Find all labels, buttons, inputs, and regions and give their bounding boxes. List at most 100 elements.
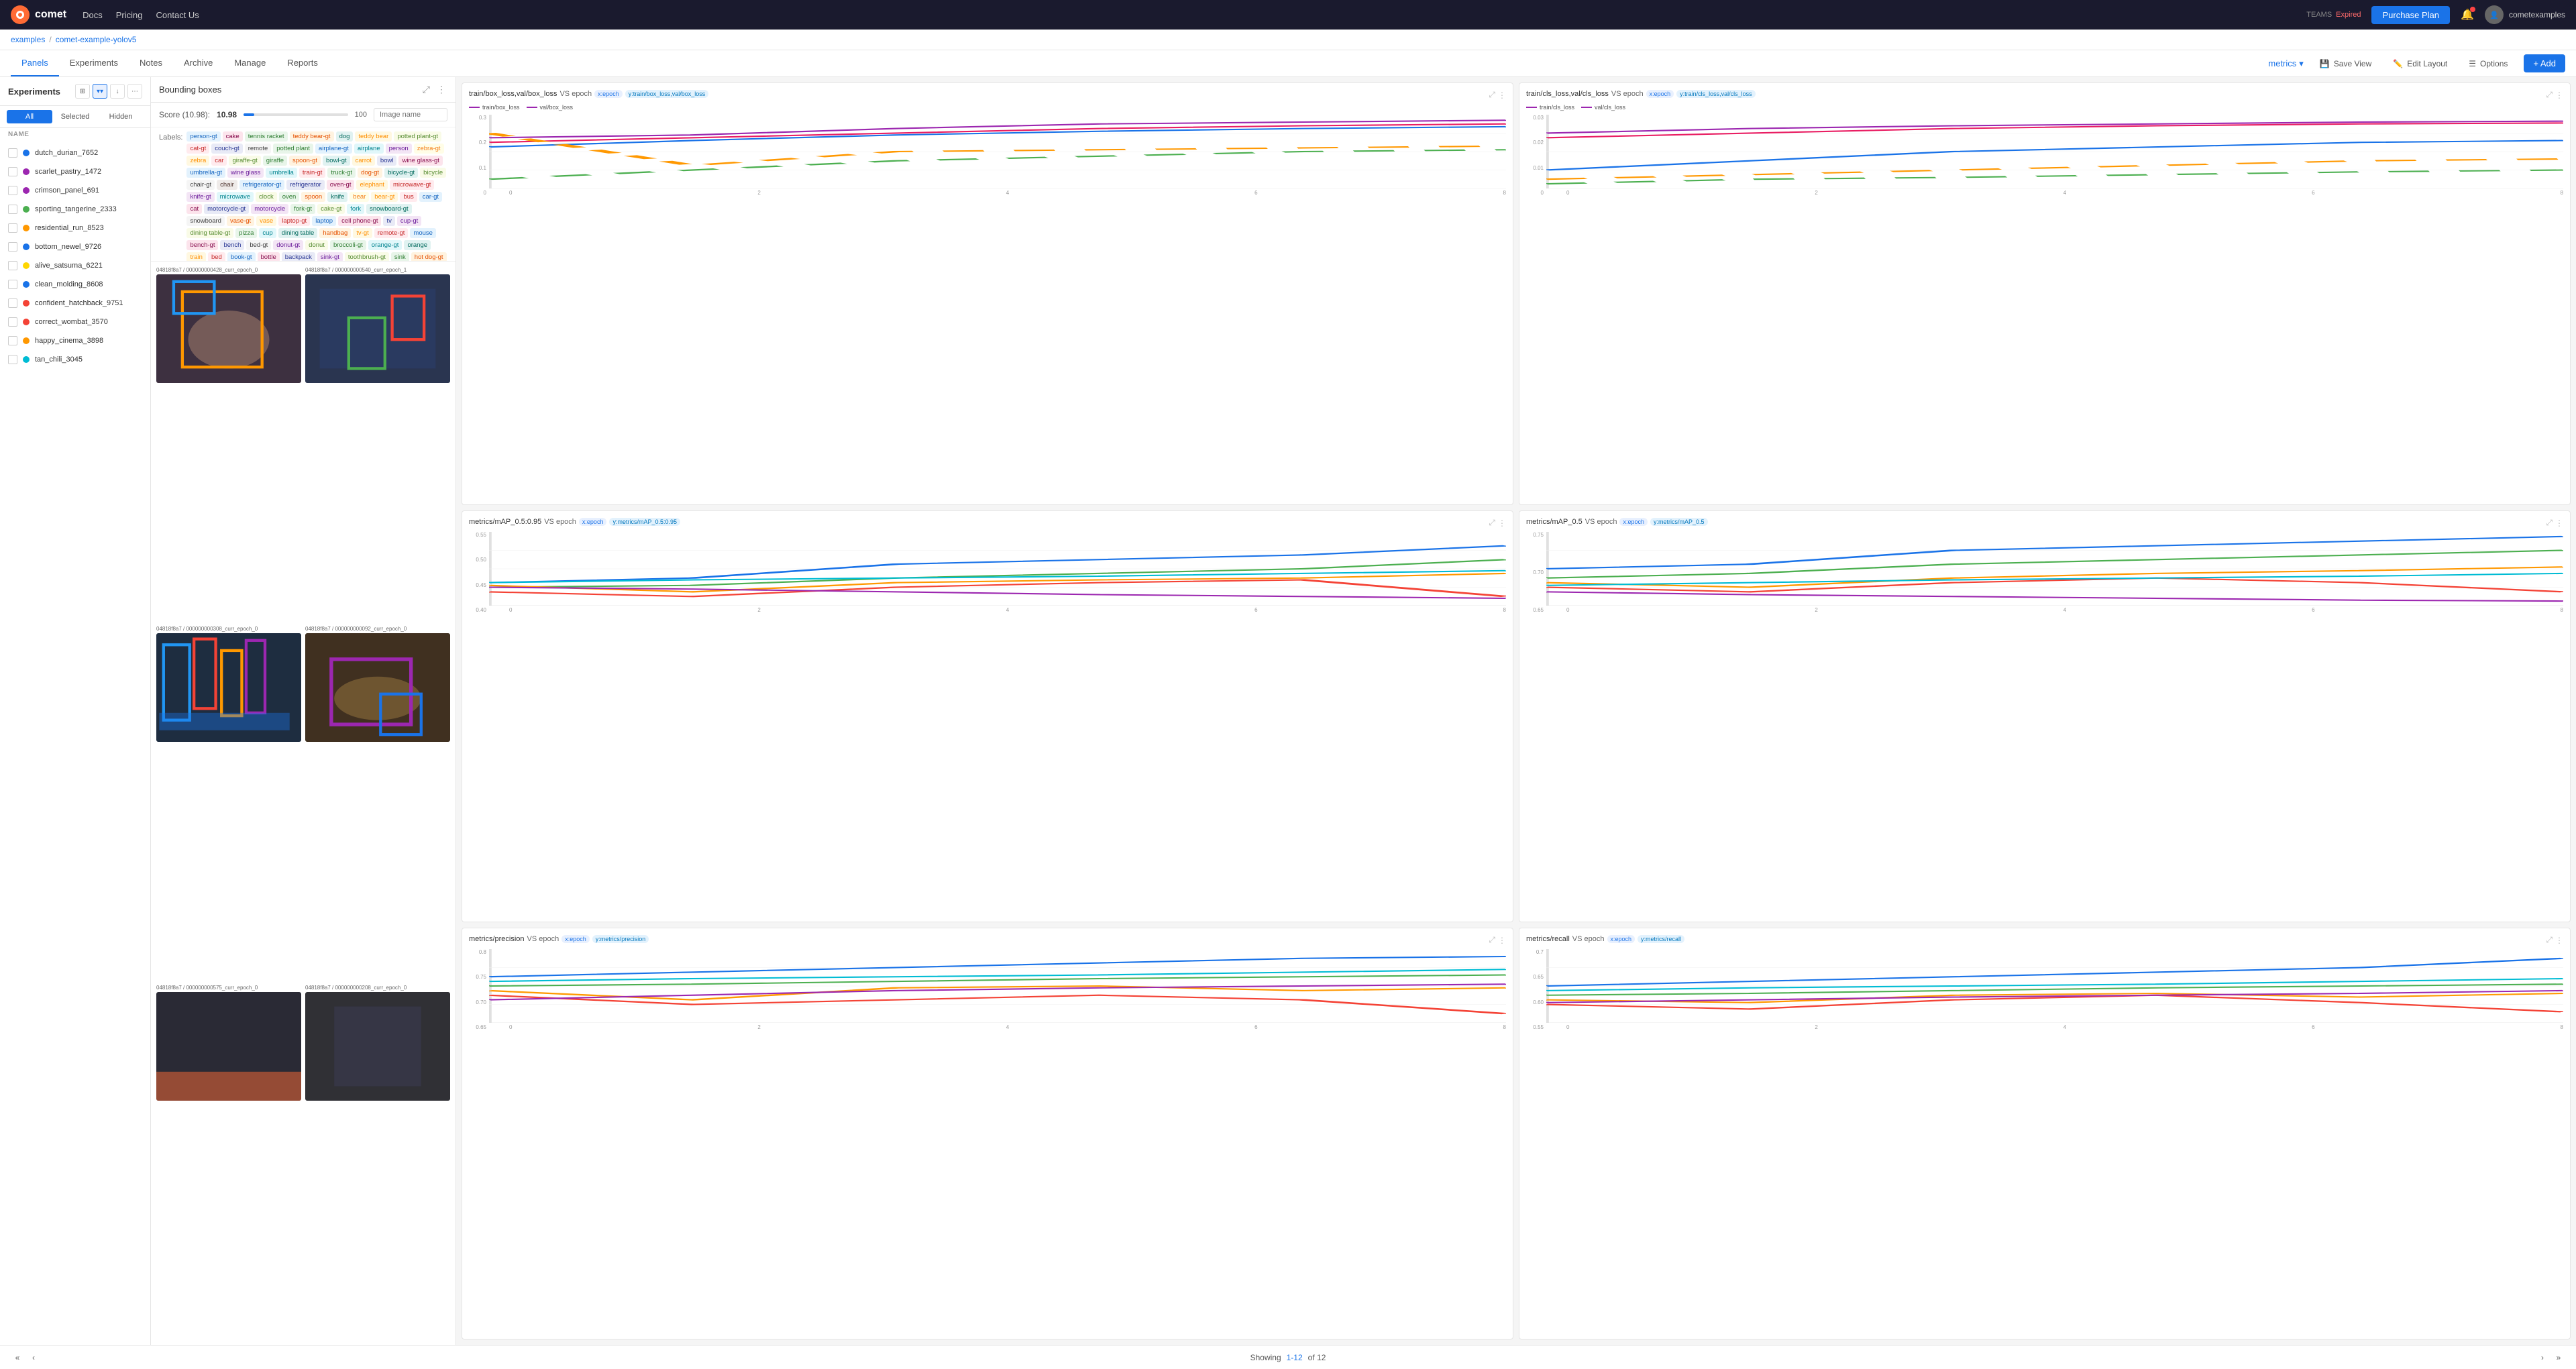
chart-x-label[interactable]: x:epoch xyxy=(561,935,590,943)
label-tag[interactable]: couch-gt xyxy=(211,144,242,154)
label-tag[interactable]: wine glass-gt xyxy=(398,156,442,166)
label-tag[interactable]: bed-gt xyxy=(246,240,271,250)
label-tag[interactable]: tv-gt xyxy=(353,228,372,238)
label-tag[interactable]: dining table xyxy=(278,228,318,238)
label-tag[interactable]: bear xyxy=(350,192,369,202)
label-tag[interactable]: broccoli-gt xyxy=(330,240,366,250)
expand-icon[interactable]: ⤢ xyxy=(421,83,431,97)
chart-expand-icon[interactable]: ⤢ xyxy=(2546,518,2553,528)
label-tag[interactable]: teddy bear-gt xyxy=(290,131,334,142)
label-tag[interactable]: carrot xyxy=(352,156,375,166)
label-tag[interactable]: giraffe xyxy=(263,156,287,166)
chart-more-icon[interactable]: ⋮ xyxy=(2555,90,2563,100)
label-tag[interactable]: train-gt xyxy=(299,168,326,178)
metrics-dropdown[interactable]: metrics ▾ xyxy=(2268,58,2303,69)
chart-more-icon[interactable]: ⋮ xyxy=(1498,518,1506,528)
purchase-button[interactable]: Purchase Plan xyxy=(2371,6,2450,24)
label-tag[interactable]: cup xyxy=(259,228,276,238)
label-tag[interactable]: donut xyxy=(305,240,328,250)
exp-checkbox[interactable] xyxy=(8,223,17,233)
label-tag[interactable]: oven xyxy=(279,192,300,202)
label-tag[interactable]: zebra-gt xyxy=(414,144,444,154)
chart-x-label[interactable]: x:epoch xyxy=(1619,518,1648,526)
exp-checkbox[interactable] xyxy=(8,148,17,158)
save-view-button[interactable]: 💾 Save View xyxy=(2314,56,2377,71)
chart-more-icon[interactable]: ⋮ xyxy=(1498,90,1506,100)
image-cell[interactable]: 04818f8a7 / 000000000540_curr_epoch_1 xyxy=(305,267,450,622)
label-tag[interactable]: knife-gt xyxy=(186,192,214,202)
list-item[interactable]: bottom_newel_9726 xyxy=(0,237,150,256)
label-tag[interactable]: oven-gt xyxy=(327,180,355,190)
list-item[interactable]: confident_hatchback_9751 xyxy=(0,294,150,313)
prev-page-button[interactable]: ‹ xyxy=(27,1351,40,1364)
label-tag[interactable]: microwave-gt xyxy=(390,180,435,190)
chart-more-icon[interactable]: ⋮ xyxy=(2555,935,2563,945)
nav-docs[interactable]: Docs xyxy=(83,10,103,20)
logo-area[interactable]: comet xyxy=(11,5,66,24)
tab-experiments[interactable]: Experiments xyxy=(59,50,129,76)
label-tag[interactable]: cup-gt xyxy=(397,216,421,226)
label-tag[interactable]: zebra xyxy=(186,156,209,166)
label-tag[interactable]: bicycle xyxy=(420,168,446,178)
label-tag[interactable]: dog-gt xyxy=(358,168,382,178)
label-tag[interactable]: bench xyxy=(220,240,244,250)
label-tag[interactable]: cake-gt xyxy=(317,204,345,214)
list-item[interactable]: clean_molding_8608 xyxy=(0,275,150,294)
label-tag[interactable]: book-gt xyxy=(227,252,256,262)
user-area[interactable]: 👤 cometexamples xyxy=(2485,5,2565,24)
page-range[interactable]: 1-12 xyxy=(1287,1353,1303,1362)
chart-expand-icon[interactable]: ⤢ xyxy=(2546,90,2553,100)
breadcrumb-examples[interactable]: examples xyxy=(11,35,45,44)
label-tag[interactable]: spoon xyxy=(301,192,325,202)
list-item[interactable]: crimson_panel_691 xyxy=(0,181,150,200)
label-tag[interactable]: remote xyxy=(245,144,272,154)
label-tag[interactable]: cat xyxy=(186,204,202,214)
label-tag[interactable]: umbrella xyxy=(266,168,297,178)
options-button[interactable]: ☰ Options xyxy=(2463,56,2513,71)
chart-more-icon[interactable]: ⋮ xyxy=(1498,935,1506,945)
label-tag[interactable]: cat-gt xyxy=(186,144,209,154)
label-tag[interactable]: airplane xyxy=(354,144,384,154)
tab-reports[interactable]: Reports xyxy=(276,50,329,76)
label-tag[interactable]: refrigerator xyxy=(286,180,324,190)
chart-expand-icon[interactable]: ⤢ xyxy=(1489,935,1495,945)
chart-y-label[interactable]: y:train/cls_loss,val/cls_loss xyxy=(1676,90,1756,98)
label-tag[interactable]: bus xyxy=(400,192,417,202)
image-name-input[interactable] xyxy=(374,108,447,121)
label-tag[interactable]: spoon-gt xyxy=(289,156,321,166)
chart-x-label[interactable]: x:epoch xyxy=(579,518,607,526)
label-tag[interactable]: bowl-gt xyxy=(323,156,350,166)
label-tag[interactable]: sink xyxy=(391,252,409,262)
bell-icon[interactable]: 🔔 xyxy=(2461,8,2474,21)
sidebar-ctrl-3[interactable]: ↓ xyxy=(110,84,125,99)
image-cell[interactable]: 04818f8a7 / 000000000428_curr_epoch_0 xyxy=(156,267,301,622)
tab-panels[interactable]: Panels xyxy=(11,50,59,76)
chart-expand-icon[interactable]: ⤢ xyxy=(1489,90,1495,100)
exp-checkbox[interactable] xyxy=(8,355,17,364)
list-item[interactable]: tan_chili_3045 xyxy=(0,350,150,369)
label-tag[interactable]: fork xyxy=(347,204,364,214)
label-tag[interactable]: motorcycle xyxy=(251,204,288,214)
label-tag[interactable]: cake xyxy=(223,131,243,142)
exp-checkbox[interactable] xyxy=(8,242,17,252)
label-tag[interactable]: person xyxy=(386,144,412,154)
nav-contact[interactable]: Contact Us xyxy=(156,10,199,20)
first-page-button[interactable]: « xyxy=(11,1351,24,1364)
label-tag[interactable]: orange xyxy=(404,240,431,250)
filter-all[interactable]: All xyxy=(7,110,52,123)
chart-x-label[interactable]: x:epoch xyxy=(1646,90,1674,98)
label-tag[interactable]: truck-gt xyxy=(327,168,356,178)
label-tag[interactable]: refrigerator-gt xyxy=(239,180,285,190)
label-tag[interactable]: pizza xyxy=(235,228,257,238)
label-tag[interactable]: train xyxy=(186,252,205,262)
image-cell[interactable]: 04818f8a7 / 000000000575_curr_epoch_0 xyxy=(156,985,301,1339)
label-tag[interactable]: elephant xyxy=(356,180,387,190)
label-tag[interactable]: knife xyxy=(327,192,347,202)
chart-y-label[interactable]: y:metrics/precision xyxy=(592,935,649,943)
image-cell[interactable]: 04818f8a7 / 000000000208_curr_epoch_0 xyxy=(305,985,450,1339)
image-cell[interactable]: 04818f8a7 / 000000000308_curr_epoch_0 xyxy=(156,626,301,981)
label-tag[interactable]: clock xyxy=(256,192,277,202)
sidebar-ctrl-2[interactable]: ▾▾ xyxy=(93,84,107,99)
list-item[interactable]: scarlet_pastry_1472 xyxy=(0,162,150,181)
label-tag[interactable]: motorcycle-gt xyxy=(204,204,249,214)
